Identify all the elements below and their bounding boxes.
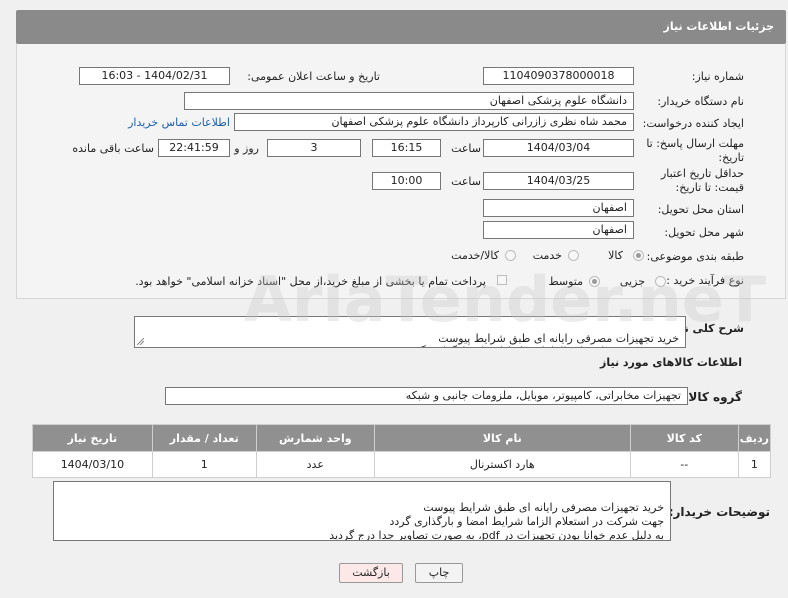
treasury-checkbox[interactable] [497,275,507,285]
process-option-minor: جزیی [619,275,645,288]
category-radio-goods[interactable] [633,250,644,261]
need-number-label: شماره نیاز: [691,70,744,83]
col-date-header: تاریخ نیاز [32,424,153,452]
table-row: 1 -- هارد اکسترنال عدد 1 1404/03/10 [32,451,772,478]
goods-table: ردیف کد کالا نام کالا واحد شمارش تعداد /… [32,424,772,478]
summary-textarea[interactable]: خرید تجهیزات مصرفی رایانه ای طبق شرایط پ… [134,316,686,348]
buyer-contact-link[interactable]: اطلاعات تماس خریدار [128,116,230,129]
treasury-note: پرداخت تمام یا بخشی از مبلغ خرید،از محل … [135,275,486,288]
province-label: استان محل تحویل: [657,203,744,216]
col-qty-header: تعداد / مقدار [151,424,257,452]
remaining-time: 22:41:59 [158,139,230,157]
city-field: اصفهان [483,221,634,239]
category-radio-service[interactable] [568,250,579,261]
page-header: جزئیات اطلاعات نیاز [16,10,786,44]
goods-group-field: تجهیزات مخابراتی، کامپیوتر، موبایل، ملزو… [165,387,688,405]
cell-name: هارد اکسترنال [373,451,631,478]
print-button[interactable]: چاپ [415,563,463,583]
city-label: شهر محل تحویل: [664,226,744,239]
cell-qty: 1 [151,451,257,478]
resize-grip-icon[interactable] [137,338,144,345]
reply-time-label: ساعت [451,142,481,155]
requester-field: محمد شاه نظری زازرانی کارپرداز دانشگاه ع… [234,113,634,131]
process-option-medium: متوسط [548,275,583,288]
cell-row: 1 [737,451,772,478]
page-title: جزئیات اطلاعات نیاز [663,20,775,33]
price-validity-time: 10:00 [372,172,441,190]
reply-deadline-label: مهلت ارسال پاسخ: تا تاریخ: [646,137,744,164]
buyer-notes-label: توضیحات خریدار: [668,505,770,519]
announce-date-field: 1404/02/31 - 16:03 [79,67,230,85]
goods-table-header: ردیف کد کالا نام کالا واحد شمارش تعداد /… [32,424,772,452]
cell-code: -- [629,451,739,478]
cell-date: 1404/03/10 [32,451,153,478]
process-radio-minor[interactable] [655,276,666,287]
col-row-header: ردیف [737,424,772,452]
buyer-notes-textarea[interactable]: خرید تجهیزات مصرفی رایانه ای طبق شرایط پ… [53,481,671,541]
cell-unit: عدد [255,451,375,478]
remaining-days: 3 [267,139,361,157]
buyer-notes-text: خرید تجهیزات مصرفی رایانه ای طبق شرایط پ… [329,501,664,541]
back-button[interactable]: بازگشت [339,563,403,583]
reply-deadline-time: 16:15 [372,139,441,157]
goods-info-title: اطلاعات کالاهای مورد نیاز [600,356,742,369]
days-label: روز و [234,142,259,155]
process-label: نوع فرآیند خرید : [666,274,744,287]
requester-label: ایجاد کننده درخواست: [642,117,744,130]
col-name-header: نام کالا [373,424,631,452]
buyer-org-label: نام دستگاه خریدار: [657,95,744,108]
col-unit-header: واحد شمارش [255,424,375,452]
need-number-field: 1104090378000018 [483,67,634,85]
price-time-label: ساعت [451,175,481,188]
category-option-goods-service: کالا/خدمت [451,249,499,262]
col-code-header: کد کالا [629,424,739,452]
reply-deadline-date: 1404/03/04 [483,139,634,157]
category-label: طبقه بندی موضوعی: [646,250,744,263]
summary-text: خرید تجهیزات مصرفی رایانه ای طبق شرایط پ… [404,332,679,347]
province-field: اصفهان [483,199,634,217]
goods-group-label: گروه کالا: [683,390,742,404]
announce-date-label: تاریخ و ساعت اعلان عمومی: [247,70,380,83]
process-radio-medium[interactable] [589,276,600,287]
price-validity-label: حداقل تاریخ اعتبار قیمت: تا تاریخ: [660,167,744,194]
category-radio-goods-service[interactable] [505,250,516,261]
buyer-org-field: دانشگاه علوم پزشکی اصفهان [184,92,634,110]
remaining-label: ساعت باقی مانده [72,142,154,155]
category-option-service: خدمت [532,249,562,262]
category-option-goods: کالا [608,249,623,262]
price-validity-date: 1404/03/25 [483,172,634,190]
